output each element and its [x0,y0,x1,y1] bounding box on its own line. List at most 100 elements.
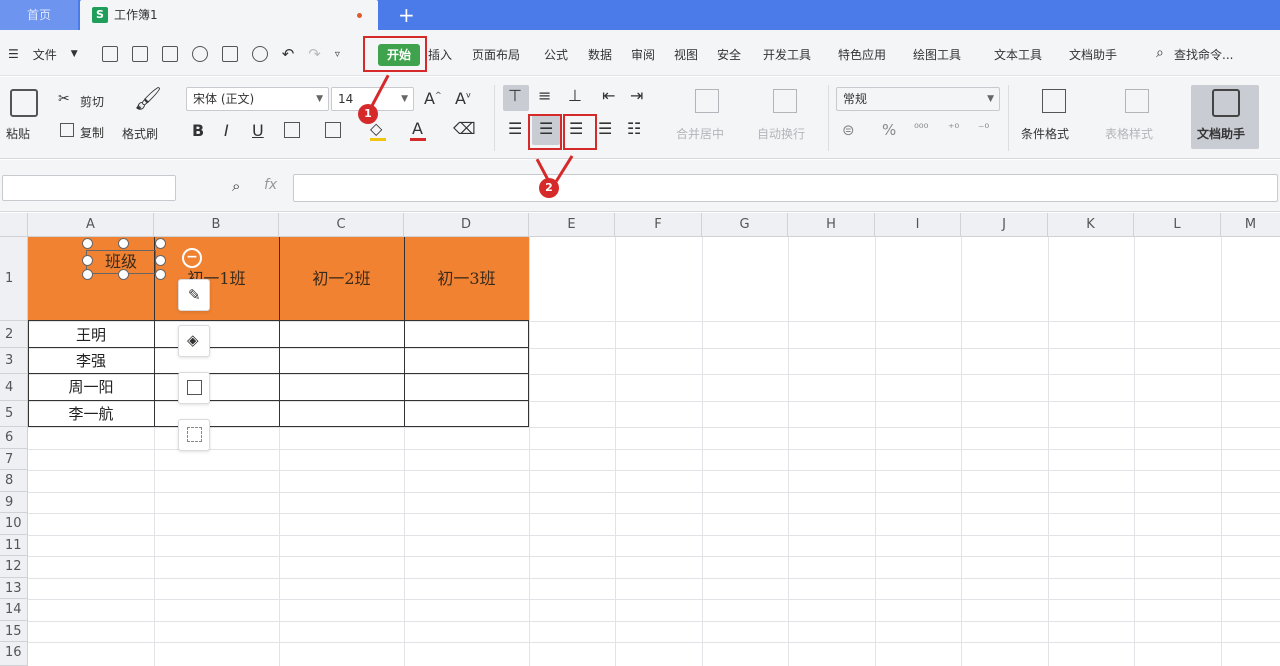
formula-input[interactable] [293,174,1278,202]
cell-style-icon[interactable] [325,122,341,138]
align-left-icon[interactable]: ☰ [508,119,522,138]
cut-icon[interactable]: ✂ [58,91,70,107]
undo-icon[interactable]: ↶ [282,45,295,63]
copy-icon[interactable] [60,123,74,137]
wrap-text-button[interactable]: 自动换行 [757,125,805,142]
conditional-format-icon[interactable] [1042,89,1066,113]
decrease-indent-icon[interactable]: ⇤ [602,86,615,105]
doc-assistant-icon[interactable] [1212,89,1240,117]
font-color-icon[interactable]: A [412,119,423,138]
percent-icon[interactable]: % [882,121,896,139]
align-bottom-icon[interactable]: ⊥ [568,86,582,105]
row-header-10[interactable]: 10 [0,513,28,535]
shape-outline-button[interactable] [178,372,210,404]
col-header-c[interactable]: C [279,213,404,237]
row-header-13[interactable]: 13 [0,578,28,599]
header-cell-d1[interactable]: 初一3班 [404,267,529,291]
col-header-i[interactable]: I [875,213,961,237]
row-header-11[interactable]: 11 [0,535,28,556]
paste-icon[interactable] [10,89,38,117]
bold-icon[interactable]: B [192,121,204,140]
row-header-6[interactable]: 6 [0,427,28,449]
redo-icon[interactable]: ↷ [308,45,321,63]
paste-button[interactable]: 粘贴 [6,125,30,142]
resize-handle[interactable] [82,255,93,266]
tab-view[interactable]: 视图 [674,46,698,63]
underline-icon[interactable]: U [252,121,264,140]
chevron-down-icon[interactable]: ▼ [71,49,78,59]
cell-a4[interactable]: 周一阳 [28,375,154,399]
tab-drawing-tools[interactable]: 绘图工具 [913,46,961,63]
col-header-m[interactable]: M [1221,213,1280,237]
currency-icon[interactable]: ⊜ [842,121,855,139]
cell-a2[interactable]: 王明 [28,323,154,347]
open-folder-icon[interactable] [131,46,148,62]
tab-review[interactable]: 审阅 [631,46,655,63]
clear-format-icon[interactable]: ⌫ [453,119,476,138]
tab-home[interactable]: 首页 [0,0,78,30]
spreadsheet-grid[interactable]: A B C D E F G H I J K L M 1 2 3 4 5 6 7 … [0,213,1280,666]
col-header-f[interactable]: F [615,213,702,237]
row-header-8[interactable]: 8 [0,470,28,492]
resize-handle[interactable] [82,238,93,249]
format-painter-button[interactable]: 格式刷 [122,125,158,142]
resize-handle[interactable] [82,269,93,280]
shape-layout-button[interactable] [178,419,210,451]
header-cell-c1[interactable]: 初一2班 [279,267,404,291]
print-preview-icon[interactable] [251,46,268,62]
italic-icon[interactable]: I [224,121,229,140]
row-header-2[interactable]: 2 [0,321,28,348]
distributed-icon[interactable]: ☷ [627,119,641,138]
merge-center-button[interactable]: 合并居中 [676,125,724,142]
row-header-1[interactable]: 1 [0,237,28,321]
format-painter-icon[interactable]: 🖌 [134,87,162,112]
col-header-k[interactable]: K [1048,213,1134,237]
increase-indent-icon[interactable]: ⇥ [630,86,643,105]
new-tab-button[interactable]: + [398,2,415,28]
edit-shape-button[interactable]: ✎ [178,279,210,311]
table-style-icon[interactable] [1125,89,1149,113]
conditional-format-button[interactable]: 条件格式 [1021,125,1069,142]
col-header-g[interactable]: G [702,213,788,237]
col-header-e[interactable]: E [529,213,615,237]
cell-a5[interactable]: 李一航 [28,402,154,426]
thousands-icon[interactable]: ⁰⁰⁰ [914,121,928,135]
search-commands[interactable]: 查找命令... [1174,46,1233,63]
tab-text-tools[interactable]: 文本工具 [994,46,1042,63]
col-header-a[interactable]: A [28,213,154,237]
col-header-h[interactable]: H [788,213,875,237]
tab-workbook[interactable]: S 工作簿1 [80,0,378,30]
row-header-14[interactable]: 14 [0,599,28,621]
table-style-button[interactable]: 表格样式 [1105,125,1153,142]
name-box[interactable] [2,175,176,201]
new-file-icon[interactable] [101,46,118,62]
resize-handle[interactable] [118,238,129,249]
search-icon[interactable]: ⌕ [1156,45,1164,61]
resize-handle[interactable] [155,255,166,266]
export-pdf-icon[interactable] [191,46,208,62]
select-all-corner[interactable] [0,213,28,237]
tab-doc-assistant[interactable]: 文档助手 [1069,46,1117,63]
row-header-16[interactable]: 16 [0,642,28,666]
tab-security[interactable]: 安全 [717,46,741,63]
increase-decimal-icon[interactable]: ⁺⁰ [948,121,959,135]
number-format-select[interactable]: 常规 ▼ [836,87,1000,111]
copy-button[interactable]: 复制 [80,124,104,141]
merge-center-icon[interactable] [695,89,719,113]
save-icon[interactable] [161,46,178,62]
decrease-font-icon[interactable]: Av [455,89,471,108]
row-header-5[interactable]: 5 [0,401,28,427]
zoom-search-icon[interactable]: ⌕ [232,177,240,195]
row-header-9[interactable]: 9 [0,492,28,513]
print-icon[interactable] [221,46,238,62]
decrease-decimal-icon[interactable]: ⁻⁰ [978,121,989,135]
shape-fill-button[interactable]: ◈ [178,325,210,357]
col-header-j[interactable]: J [961,213,1048,237]
row-header-12[interactable]: 12 [0,556,28,578]
resize-handle[interactable] [118,269,129,280]
tab-page-layout[interactable]: 页面布局 [472,46,520,63]
resize-handle[interactable] [155,238,166,249]
row-header-15[interactable]: 15 [0,621,28,642]
cut-button[interactable]: 剪切 [80,93,104,110]
tab-insert[interactable]: 插入 [428,46,452,63]
